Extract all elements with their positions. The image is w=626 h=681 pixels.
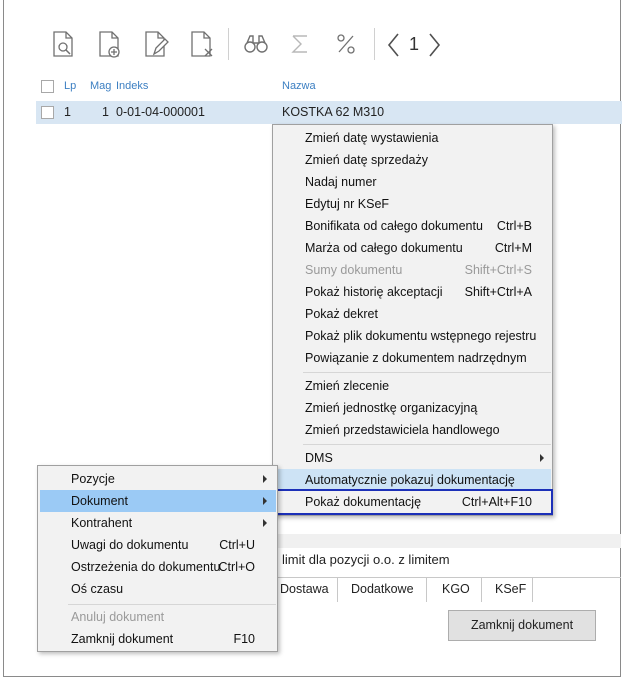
- toolbar-separator: [374, 28, 375, 60]
- menu-item-edit-ksef-number[interactable]: Edytuj nr KSeF: [273, 193, 552, 215]
- menu-item-parent-document-link[interactable]: Powiązanie z dokumentem nadrzędnym: [273, 347, 552, 369]
- document-preview-icon[interactable]: [46, 26, 82, 62]
- row-indeks: 0-01-04-000001: [116, 105, 205, 119]
- sigma-icon[interactable]: [282, 26, 318, 62]
- shortcut: Ctrl+B: [496, 219, 532, 233]
- submenu-arrow-icon: [263, 519, 267, 527]
- document-edit-icon[interactable]: [138, 26, 174, 62]
- left-menu: Pozycje Dokument Kontrahent Uwagi do dok…: [37, 465, 278, 652]
- context-menu: Zmień datę wystawienia Zmień datę sprzed…: [272, 124, 553, 516]
- menu-item-dms[interactable]: DMS: [273, 447, 552, 469]
- tab-dostawa[interactable]: Dostawa: [270, 578, 338, 602]
- column-header-nazwa[interactable]: Nazwa: [282, 80, 316, 92]
- shortcut: Ctrl+M: [494, 241, 532, 255]
- menu-item-change-sales-rep[interactable]: Zmień przedstawiciela handlowego: [273, 419, 552, 441]
- menu-separator: [303, 444, 551, 445]
- menu-item-close-document[interactable]: Zamknij dokument F10: [38, 628, 277, 650]
- menu-separator: [68, 604, 276, 605]
- menu-item-document-sums: Sumy dokumentu Shift+Ctrl+S: [273, 259, 552, 281]
- menu-item-discount[interactable]: Bonifikata od całego dokumentu Ctrl+B: [273, 215, 552, 237]
- shortcut: Ctrl+U: [219, 538, 255, 552]
- binoculars-icon[interactable]: [238, 26, 274, 62]
- tab-dodatkowe[interactable]: Dodatkowe: [341, 578, 427, 602]
- menu-item-margin[interactable]: Marża od całego dokumentu Ctrl+M: [273, 237, 552, 259]
- close-document-button[interactable]: Zamknij dokument: [448, 610, 596, 641]
- row-lp: 1: [64, 105, 71, 119]
- page-number: 1: [409, 34, 420, 54]
- document-add-icon[interactable]: [92, 26, 128, 62]
- column-header-mag[interactable]: Mag: [90, 80, 111, 92]
- menu-item-pozycje[interactable]: Pozycje: [38, 468, 277, 490]
- row-checkbox[interactable]: [41, 106, 54, 119]
- panel-divider: [278, 534, 621, 548]
- menu-item-cancel-document: Anuluj dokument: [71, 610, 165, 624]
- menu-item-notes[interactable]: Uwagi do dokumentu Ctrl+U: [38, 534, 277, 556]
- chevron-right-icon[interactable]: [428, 32, 442, 58]
- menu-item-approval-history[interactable]: Pokaż historię akceptacji Shift+Ctrl+A: [273, 281, 552, 303]
- chevron-left-icon[interactable]: [386, 32, 400, 58]
- menu-item-change-sale-date[interactable]: Zmień datę sprzedaży: [273, 149, 552, 171]
- menu-item-show-posting[interactable]: Pokaż dekret: [273, 303, 552, 325]
- toolbar: 1: [0, 0, 626, 80]
- shortcut: Ctrl+O: [218, 560, 255, 574]
- submenu-arrow-icon: [263, 475, 267, 483]
- menu-item-change-order[interactable]: Zmień zlecenie: [273, 375, 552, 397]
- submenu-arrow-icon: [540, 454, 544, 462]
- menu-item-change-issue-date[interactable]: Zmień datę wystawienia: [273, 127, 552, 149]
- row-nazwa: KOSTKA 62 M310: [282, 105, 385, 119]
- menu-item-timeline[interactable]: Oś czasu: [38, 578, 277, 600]
- menu-item-warnings[interactable]: Ostrzeżenia do dokumentu Ctrl+O: [38, 556, 277, 578]
- column-header-lp[interactable]: Lp: [64, 80, 76, 92]
- focus-highlight: [273, 489, 553, 515]
- select-all-checkbox[interactable]: [41, 80, 54, 93]
- submenu-arrow-icon: [263, 497, 267, 505]
- limit-text: limit dla pozycji o.o. z limitem: [282, 552, 450, 567]
- menu-item-show-preregister-file[interactable]: Pokaż plik dokumentu wstępnego rejestru: [273, 325, 552, 347]
- document-delete-icon[interactable]: [184, 26, 220, 62]
- toolbar-separator: [228, 28, 229, 60]
- menu-item-dokument[interactable]: Dokument: [40, 490, 276, 512]
- column-header-indeks[interactable]: Indeks: [116, 80, 148, 92]
- shortcut: Shift+Ctrl+A: [464, 285, 532, 299]
- menu-item-assign-number[interactable]: Nadaj numer: [273, 171, 552, 193]
- row-mag: 1: [102, 105, 109, 119]
- menu-separator: [303, 372, 551, 373]
- menu-item-kontrahent[interactable]: Kontrahent: [38, 512, 277, 534]
- shortcut: F10: [233, 632, 255, 646]
- shortcut: Shift+Ctrl+S: [464, 263, 532, 277]
- percent-icon[interactable]: [328, 26, 364, 62]
- menu-item-change-org-unit[interactable]: Zmień jednostkę organizacyjną: [273, 397, 552, 419]
- pager: 1: [386, 30, 446, 60]
- tab-kgo[interactable]: KGO: [432, 578, 482, 602]
- tab-ksef[interactable]: KSeF: [485, 578, 533, 602]
- menu-item-auto-show-documentation[interactable]: Automatycznie pokazuj dokumentację: [275, 469, 551, 491]
